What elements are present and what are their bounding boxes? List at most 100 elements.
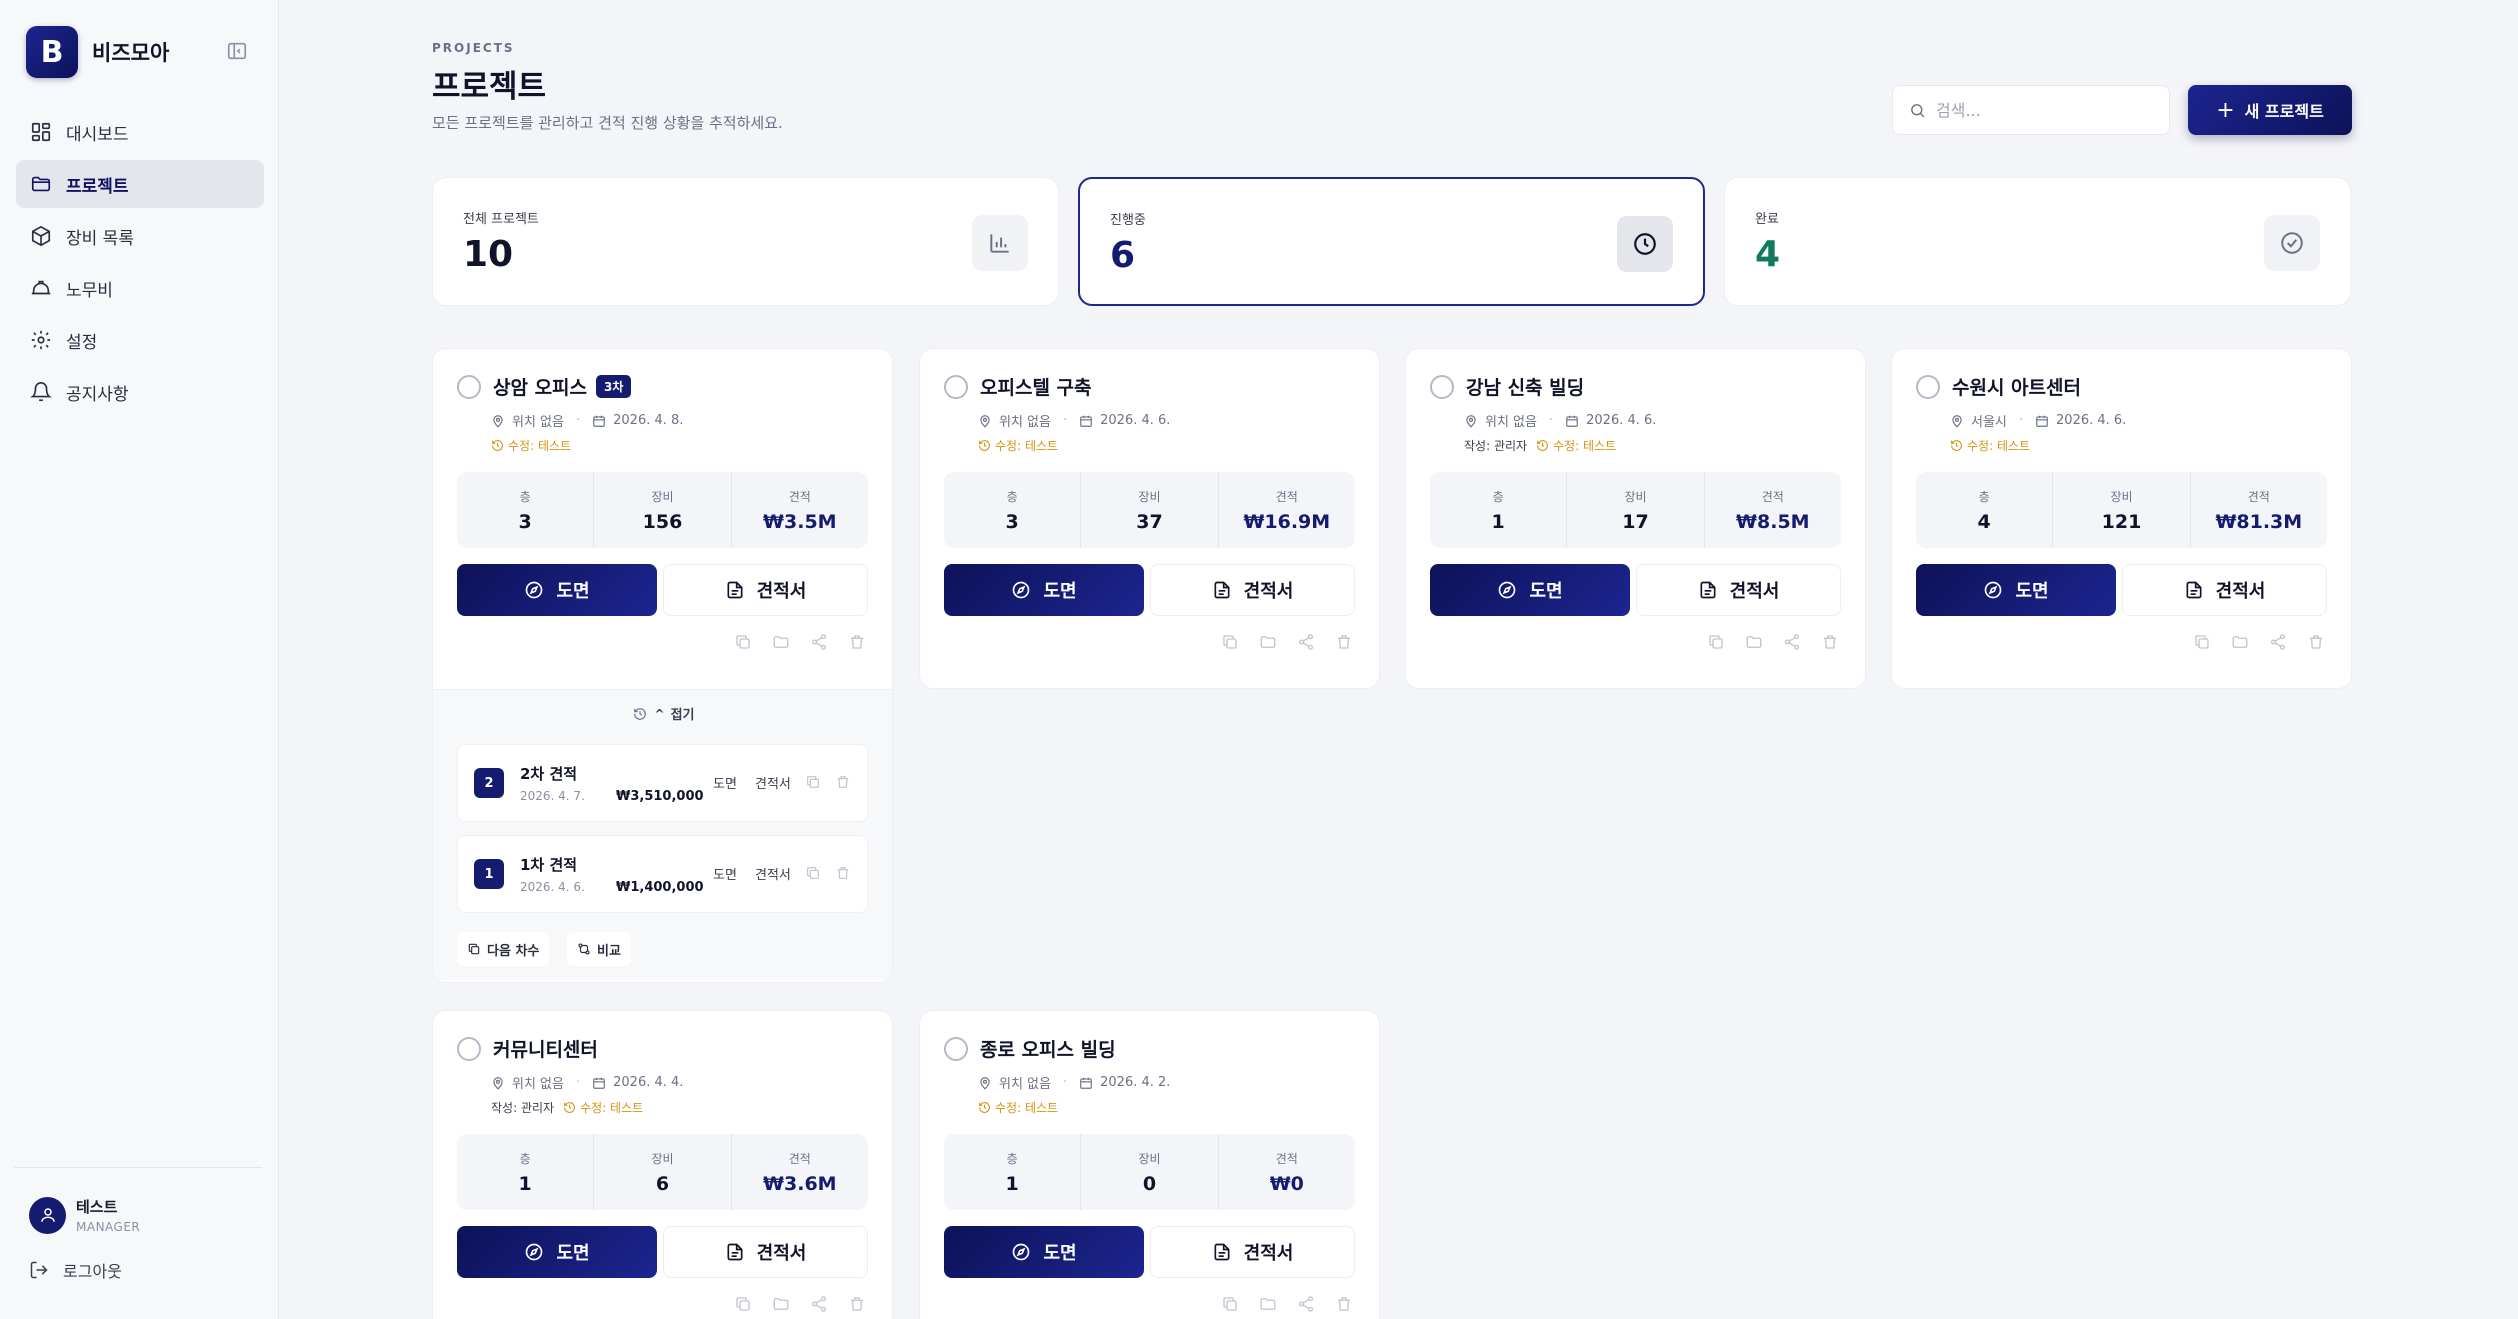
select-radio[interactable] bbox=[1916, 374, 1940, 399]
estimate-button[interactable]: 견적서 bbox=[2122, 564, 2327, 616]
project-location: 위치 없음 bbox=[999, 1077, 1051, 1092]
sidebar-item-labor[interactable]: 노무비 bbox=[16, 264, 264, 312]
copy-icon[interactable] bbox=[805, 865, 821, 881]
share-icon[interactable] bbox=[1297, 633, 1315, 651]
drawing-button[interactable]: 도면 bbox=[1430, 564, 1630, 616]
revision-item[interactable]: 1 1차 견적 2026. 4. 6. ₩1,400,000 도면 견적서 bbox=[457, 835, 868, 913]
copy-icon[interactable] bbox=[734, 633, 752, 651]
drawing-button[interactable]: 도면 bbox=[457, 1226, 657, 1278]
search-input[interactable] bbox=[1936, 100, 2156, 120]
collapse-history-button[interactable]: ^ 접기 bbox=[433, 704, 892, 723]
project-card[interactable]: 종로 오피스 빌딩 위치 없음 · 2026. 4. 2. 수정: 테스트 층 1… bbox=[919, 1010, 1380, 1319]
hardhat-icon bbox=[31, 280, 51, 295]
new-project-button[interactable]: + 새 프로젝트 bbox=[2188, 85, 2352, 135]
stat-total[interactable]: 전체 프로젝트 10 bbox=[432, 177, 1059, 306]
share-icon[interactable] bbox=[810, 1295, 828, 1313]
sidebar-item-projects[interactable]: 프로젝트 bbox=[16, 160, 264, 208]
select-radio[interactable] bbox=[1430, 374, 1454, 399]
estimate-label: 견적 bbox=[2247, 489, 2270, 504]
trash-icon[interactable] bbox=[835, 774, 851, 790]
stat-completed[interactable]: 완료 4 bbox=[1724, 177, 2351, 306]
trash-icon[interactable] bbox=[848, 633, 866, 651]
revision-item[interactable]: 2 2차 견적 2026. 4. 7. ₩3,510,000 도면 견적서 bbox=[457, 744, 868, 822]
trash-icon[interactable] bbox=[2307, 633, 2325, 651]
calendar-icon bbox=[1080, 1077, 1092, 1089]
share-icon[interactable] bbox=[1297, 1295, 1315, 1313]
folder-icon bbox=[31, 176, 51, 192]
project-date: 2026. 4. 2. bbox=[1100, 1075, 1171, 1090]
folder-move-icon[interactable] bbox=[1259, 1295, 1277, 1313]
copy-icon[interactable] bbox=[1707, 633, 1725, 651]
sidebar-item-notices[interactable]: 공지사항 bbox=[16, 368, 264, 416]
sidebar-item-dashboard[interactable]: 대시보드 bbox=[16, 108, 264, 156]
select-radio[interactable] bbox=[457, 374, 481, 399]
folder-move-icon[interactable] bbox=[2231, 633, 2249, 651]
project-card[interactable]: 상암 오피스 3차 위치 없음 · 2026. 4. 8. 수정: 테스트 층 3… bbox=[432, 348, 893, 983]
share-icon[interactable] bbox=[810, 633, 828, 651]
revision-estimate-link[interactable]: 견적서 bbox=[755, 864, 791, 883]
meta-separator: · bbox=[1062, 1075, 1068, 1090]
copy-icon[interactable] bbox=[2193, 633, 2211, 651]
avatar bbox=[29, 1196, 66, 1234]
drawing-button[interactable]: 도면 bbox=[944, 564, 1144, 616]
drawing-label: 도면 bbox=[556, 1243, 590, 1264]
project-stats: 층 1 장비 6 견적 ₩3.6M bbox=[457, 1134, 868, 1210]
stat-in-progress[interactable]: 진행중 6 bbox=[1078, 177, 1705, 306]
search-box[interactable] bbox=[1892, 85, 2170, 135]
folder-move-icon[interactable] bbox=[1259, 633, 1277, 651]
logout-button[interactable]: 로그아웃 bbox=[29, 1258, 122, 1282]
drawing-button[interactable]: 도면 bbox=[457, 564, 657, 616]
user-profile[interactable]: 테스트 MANAGER bbox=[29, 1196, 140, 1234]
floors-value: 3 bbox=[518, 510, 532, 533]
history-icon bbox=[1537, 440, 1548, 451]
drawing-label: 도면 bbox=[556, 581, 590, 602]
project-card[interactable]: 커뮤니티센터 위치 없음 · 2026. 4. 4. 작성: 관리자 수정: 테… bbox=[432, 1010, 893, 1319]
project-modified: 수정: 테스트 bbox=[1967, 439, 2031, 453]
trash-icon[interactable] bbox=[1335, 633, 1353, 651]
select-radio[interactable] bbox=[944, 374, 968, 399]
map-pin-icon bbox=[493, 414, 503, 428]
trash-icon[interactable] bbox=[835, 865, 851, 881]
next-round-button[interactable]: 다음 차수 bbox=[457, 932, 550, 966]
copy-icon[interactable] bbox=[805, 774, 821, 790]
folder-move-icon[interactable] bbox=[772, 1295, 790, 1313]
drawing-button[interactable]: 도면 bbox=[944, 1226, 1144, 1278]
share-icon[interactable] bbox=[2269, 633, 2287, 651]
project-card[interactable]: 수원시 아트센터 서울시 · 2026. 4. 6. 수정: 테스트 층 4 장비… bbox=[1891, 348, 2352, 689]
sidebar-item-equipment[interactable]: 장비 목록 bbox=[16, 212, 264, 260]
project-card[interactable]: 강남 신축 빌딩 위치 없음 · 2026. 4. 6. 작성: 관리자 수정:… bbox=[1405, 348, 1866, 689]
select-radio[interactable] bbox=[944, 1036, 968, 1061]
folder-move-icon[interactable] bbox=[772, 633, 790, 651]
revision-drawing-link[interactable]: 도면 bbox=[713, 773, 737, 792]
copy-icon[interactable] bbox=[1221, 633, 1239, 651]
estimate-button[interactable]: 견적서 bbox=[663, 564, 868, 616]
revision-estimate-link[interactable]: 견적서 bbox=[755, 773, 791, 792]
trash-icon[interactable] bbox=[848, 1295, 866, 1313]
sidebar-item-settings[interactable]: 설정 bbox=[16, 316, 264, 364]
project-location: 위치 없음 bbox=[512, 415, 564, 430]
project-card[interactable]: 오피스텔 구축 위치 없음 · 2026. 4. 6. 수정: 테스트 층 3 장… bbox=[919, 348, 1380, 689]
bar-chart-icon bbox=[972, 215, 1028, 271]
sidebar-collapse-icon[interactable] bbox=[226, 40, 252, 66]
copy-icon[interactable] bbox=[1221, 1295, 1239, 1313]
trash-icon[interactable] bbox=[1821, 633, 1839, 651]
revision-drawing-link[interactable]: 도면 bbox=[713, 864, 737, 883]
estimate-button[interactable]: 견적서 bbox=[1150, 564, 1355, 616]
brand[interactable]: B 비즈모아 bbox=[26, 26, 169, 78]
stat-value: 4 bbox=[1755, 234, 1781, 275]
share-icon[interactable] bbox=[1783, 633, 1801, 651]
copy-icon[interactable] bbox=[734, 1295, 752, 1313]
project-location: 위치 없음 bbox=[1485, 415, 1537, 430]
revision-amount: ₩3,510,000 bbox=[616, 789, 704, 804]
estimate-button[interactable]: 견적서 bbox=[1150, 1226, 1355, 1278]
history-icon bbox=[979, 440, 990, 451]
trash-icon[interactable] bbox=[1335, 1295, 1353, 1313]
estimate-button[interactable]: 견적서 bbox=[663, 1226, 868, 1278]
folder-move-icon[interactable] bbox=[1745, 633, 1763, 651]
select-radio[interactable] bbox=[457, 1036, 481, 1061]
drawing-button[interactable]: 도면 bbox=[1916, 564, 2116, 616]
project-title: 수원시 아트센터 bbox=[1952, 377, 2081, 399]
project-date: 2026. 4. 6. bbox=[1586, 413, 1657, 428]
estimate-button[interactable]: 견적서 bbox=[1636, 564, 1841, 616]
compare-button[interactable]: 비교 bbox=[567, 932, 631, 966]
